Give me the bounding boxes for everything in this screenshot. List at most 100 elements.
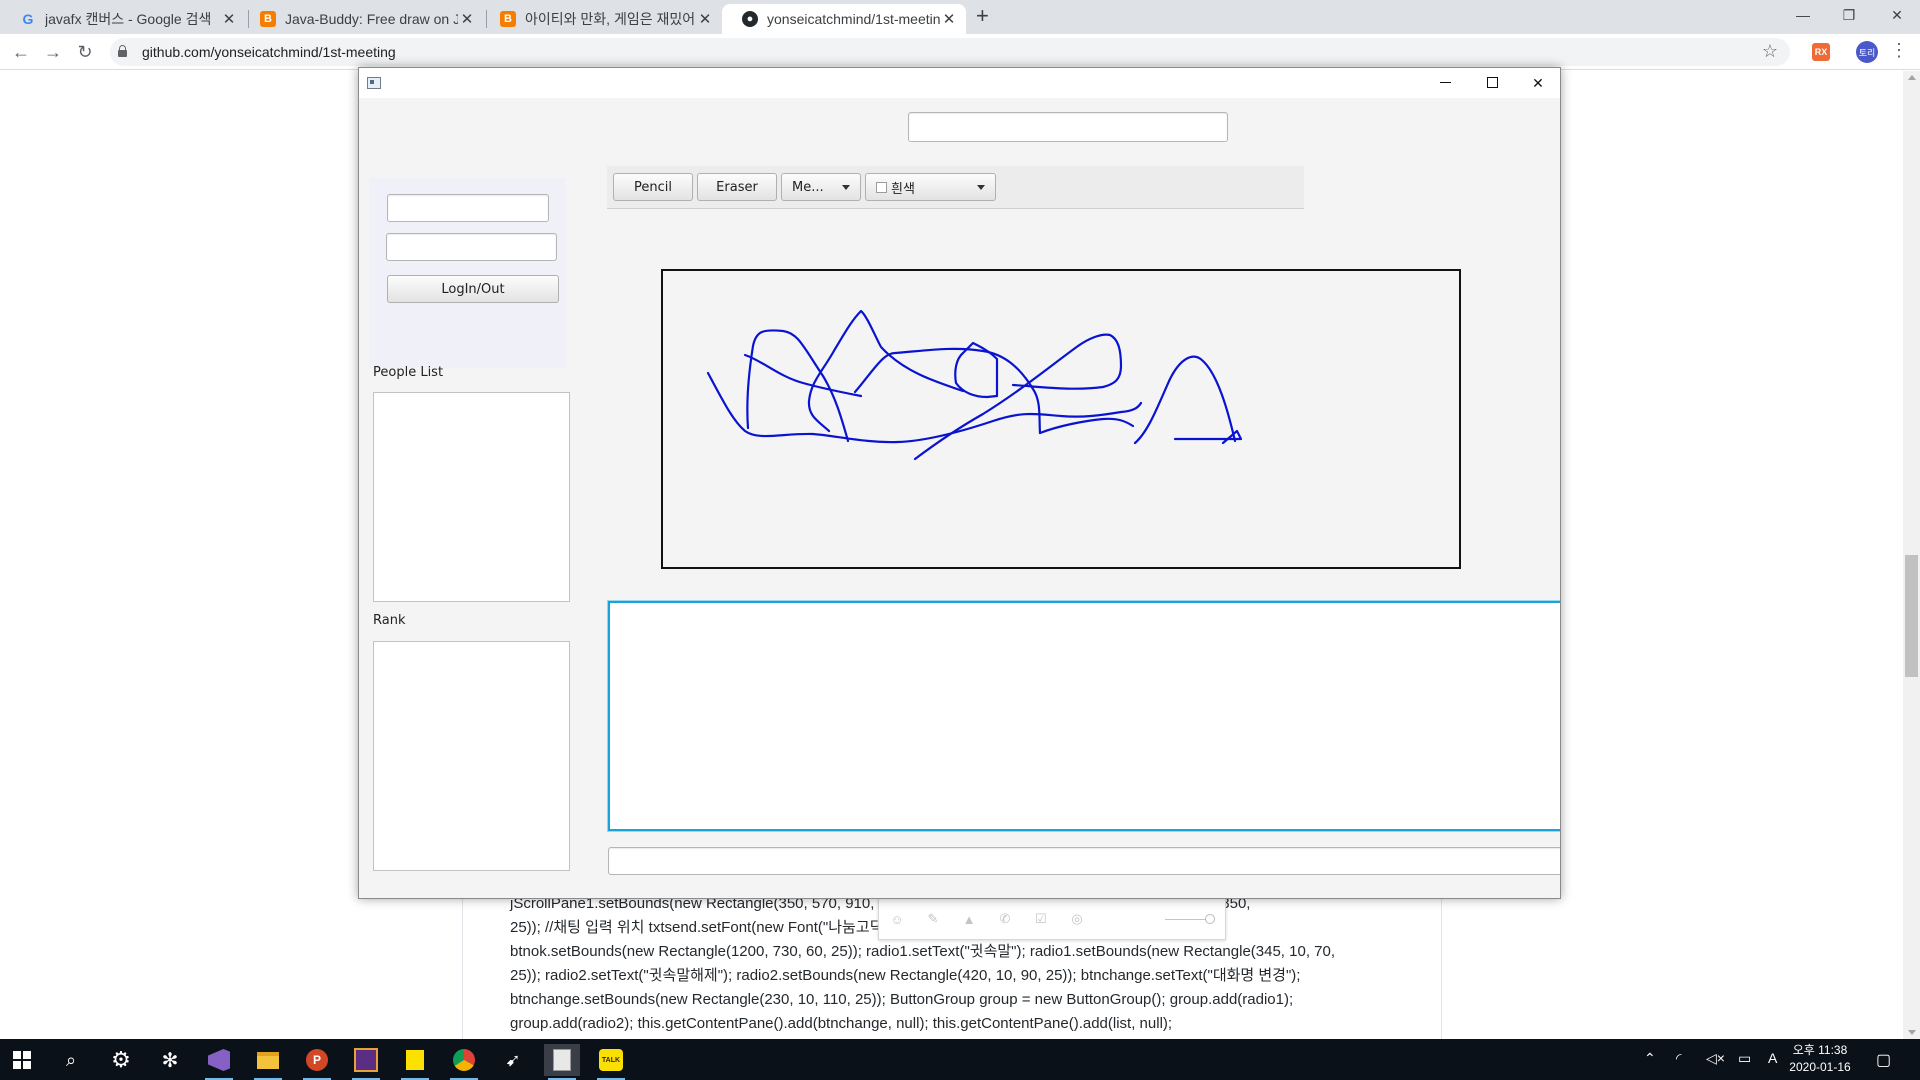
- powerpoint-icon[interactable]: P: [299, 1044, 335, 1080]
- drawing-canvas[interactable]: [661, 269, 1461, 569]
- javafx-window: ✕ LogIn/Out People List Rank Pencil Eras…: [358, 67, 1561, 899]
- blogger-icon: B: [500, 11, 516, 27]
- maximize-icon: [1487, 77, 1498, 88]
- tab-title: Java-Buddy: Free draw on JavaFX: [285, 11, 458, 27]
- windows-logo-icon: [13, 1051, 31, 1069]
- people-list[interactable]: [373, 392, 570, 602]
- tab-title: javafx 캔버스 - Google 검색: [45, 11, 212, 27]
- fx-minimize-button[interactable]: [1423, 68, 1469, 98]
- id-field[interactable]: [387, 194, 549, 222]
- sticky-notes-icon[interactable]: [397, 1044, 433, 1080]
- javafx-title-bar[interactable]: ✕: [359, 68, 1560, 98]
- window-minimize-button[interactable]: —: [1780, 0, 1826, 30]
- image-icon[interactable]: ▲: [961, 911, 977, 927]
- kakaotalk-icon[interactable]: TALK: [593, 1044, 629, 1080]
- gear-icon[interactable]: ✻: [152, 1044, 188, 1076]
- browser-tab[interactable]: B 아이티와 만화, 게임은 재밌어 ✕: [480, 4, 722, 34]
- color-swatch: [876, 181, 887, 193]
- network-icon[interactable]: ◜: [1676, 1050, 1681, 1067]
- slider-knob[interactable]: [1205, 914, 1215, 924]
- scroll-down-arrow-icon[interactable]: [1908, 1030, 1916, 1035]
- profile-avatar[interactable]: 토리: [1856, 41, 1878, 63]
- visual-studio-icon[interactable]: [201, 1044, 237, 1080]
- close-icon[interactable]: ✕: [220, 10, 238, 28]
- menu-combo-label: Me...: [792, 179, 824, 195]
- capture-icon[interactable]: ◎: [1069, 911, 1085, 927]
- chat-input-field[interactable]: [608, 847, 1560, 875]
- tray-expand-icon[interactable]: ⌃: [1644, 1050, 1656, 1067]
- browser-tab[interactable]: G javafx 캔버스 - Google 검색 ✕: [0, 4, 246, 34]
- close-icon[interactable]: ✕: [458, 10, 476, 28]
- window-restore-button[interactable]: ❐: [1826, 0, 1872, 30]
- page-scrollbar[interactable]: [1903, 71, 1920, 1039]
- eraser-button[interactable]: Eraser: [697, 173, 777, 201]
- drawn-stroke: [743, 353, 863, 398]
- drawn-stroke: [853, 347, 1042, 435]
- code-line: btnchange.setBounds(new Rectangle(230, 1…: [510, 991, 1294, 1008]
- github-icon: ●: [742, 11, 758, 27]
- chevron-down-icon: [977, 185, 985, 190]
- system-clock[interactable]: 오후 11:38 2020-01-16: [1785, 1042, 1855, 1076]
- password-field[interactable]: [386, 233, 557, 261]
- rank-list[interactable]: [373, 641, 570, 871]
- scroll-thumb[interactable]: [1905, 555, 1918, 677]
- scroll-up-arrow-icon[interactable]: [1908, 75, 1916, 80]
- chat-input-popup: ☺ ✎ ▲ ✆ ☑ ◎: [878, 898, 1226, 940]
- code-line: 25)); radio2.setText("귓속말해제"); radio2.se…: [510, 967, 1301, 984]
- emoji-icon[interactable]: ☺: [889, 911, 905, 927]
- clock-time: 오후 11:38: [1792, 1043, 1848, 1057]
- forward-arrow-icon[interactable]: →: [39, 39, 67, 65]
- calendar-icon[interactable]: ☑: [1033, 911, 1049, 927]
- google-icon: G: [22, 11, 34, 27]
- tab-title: 아이티와 만화, 게임은 재밌어: [525, 11, 696, 27]
- settings-gear-icon[interactable]: ⚙: [103, 1044, 139, 1076]
- close-icon[interactable]: ✕: [696, 10, 714, 28]
- notification-icon[interactable]: ▢: [1876, 1050, 1891, 1070]
- fx-close-button[interactable]: ✕: [1515, 68, 1560, 98]
- tool-bar: Pencil Eraser Me... 흰색: [607, 166, 1304, 209]
- attach-icon[interactable]: ✎: [925, 911, 941, 927]
- file-explorer-icon[interactable]: [250, 1044, 286, 1080]
- url-text[interactable]: github.com/yonseicatchmind/1st-meeting: [142, 44, 396, 60]
- call-icon[interactable]: ✆: [997, 911, 1013, 927]
- browser-tab[interactable]: B Java-Buddy: Free draw on JavaFX ✕: [240, 4, 484, 34]
- pencil-button[interactable]: Pencil: [613, 173, 693, 201]
- drawing-svg[interactable]: [663, 271, 1459, 567]
- more-menu-icon[interactable]: ⋮: [1890, 40, 1908, 61]
- app-icon[interactable]: ➹: [495, 1044, 531, 1076]
- minimize-icon: [1440, 82, 1451, 83]
- people-list-label: People List: [373, 365, 444, 380]
- java-icon[interactable]: [544, 1044, 580, 1080]
- rank-label: Rank: [373, 613, 406, 628]
- drawn-strokes: [706, 309, 1243, 461]
- tab-title: yonseicatchmind/1st-meeting: [767, 11, 940, 27]
- address-bar[interactable]: github.com/yonseicatchmind/1st-meeting ☆: [110, 38, 1790, 66]
- top-text-field[interactable]: [908, 112, 1228, 142]
- chat-log-area[interactable]: [608, 601, 1560, 831]
- fx-maximize-button[interactable]: [1469, 68, 1515, 98]
- login-logout-button[interactable]: LogIn/Out: [387, 275, 559, 303]
- extension-icon[interactable]: RX: [1812, 43, 1830, 61]
- new-tab-button[interactable]: +: [976, 3, 989, 29]
- browser-tab-active[interactable]: ● yonseicatchmind/1st-meeting ✕: [722, 4, 966, 34]
- chevron-down-icon: [842, 185, 850, 190]
- start-icon[interactable]: [4, 1044, 40, 1076]
- game-icon[interactable]: [348, 1044, 384, 1080]
- volume-mute-icon[interactable]: ◁×: [1706, 1050, 1725, 1067]
- chrome-icon[interactable]: [446, 1044, 482, 1080]
- search-icon[interactable]: ⌕: [53, 1044, 89, 1076]
- browser-toolbar: ← → ↻ github.com/yonseicatchmind/1st-mee…: [0, 34, 1920, 70]
- back-arrow-icon[interactable]: ←: [7, 39, 35, 65]
- battery-icon[interactable]: ▭: [1738, 1050, 1751, 1067]
- ime-indicator[interactable]: A: [1768, 1050, 1777, 1066]
- javafx-content: LogIn/Out People List Rank Pencil Eraser…: [359, 98, 1560, 898]
- window-close-button[interactable]: ✕: [1874, 0, 1920, 30]
- close-icon[interactable]: ✕: [940, 10, 958, 28]
- bookmark-star-icon[interactable]: ☆: [1762, 41, 1778, 62]
- drawn-stroke: [1038, 417, 1135, 435]
- drawn-stroke: [746, 329, 850, 443]
- menu-combo[interactable]: Me...: [781, 173, 861, 201]
- reload-icon[interactable]: ↻: [71, 39, 99, 65]
- lock-icon: [118, 45, 127, 57]
- color-picker[interactable]: 흰색: [865, 173, 996, 201]
